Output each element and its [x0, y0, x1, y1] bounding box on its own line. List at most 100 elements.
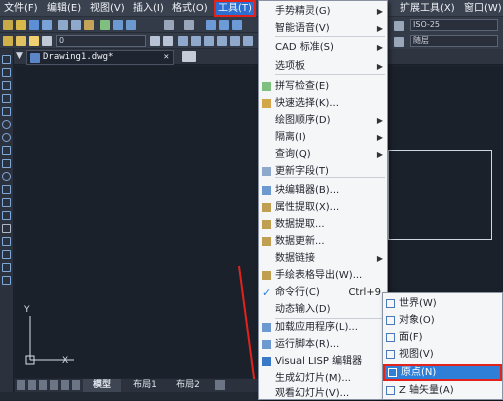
menu-item-dynamic-input[interactable]: 动态输入(D)	[259, 301, 387, 318]
menu-format[interactable]: 格式(O)	[172, 2, 208, 15]
menu-item-inquiry[interactable]: 查询(Q) ▶	[259, 146, 387, 163]
linetype-icon[interactable]	[394, 37, 404, 47]
first-tab-icon[interactable]	[17, 380, 25, 390]
menu-item-make-slide[interactable]: 生成幻灯片(M)...	[259, 370, 387, 387]
submenu-item-origin[interactable]: 原点(N)	[383, 364, 502, 381]
open-folder-icon[interactable]	[16, 20, 26, 30]
menu-item-visual-lisp[interactable]: Visual LISP 编辑器	[259, 353, 387, 370]
submenu-item-object[interactable]: 对象(O)	[383, 312, 502, 329]
point-icon[interactable]	[2, 224, 11, 233]
construction-line-icon[interactable]	[2, 68, 11, 77]
redo-icon[interactable]	[184, 20, 194, 30]
menu-item-spell-check[interactable]: 拼写检查(E)	[259, 78, 387, 95]
menu-insert[interactable]: 插入(I)	[133, 2, 164, 15]
prev-tab-icon[interactable]	[28, 380, 36, 390]
menu-item-cad-standards[interactable]: CAD 标准(S) ▶	[259, 39, 387, 56]
menu-item-update-fields[interactable]: 更新字段(T)	[259, 163, 387, 180]
pan-icon[interactable]	[206, 20, 216, 30]
print-icon[interactable]	[42, 20, 52, 30]
make-block-icon[interactable]	[2, 211, 11, 220]
circle-icon[interactable]	[2, 133, 11, 142]
gradient-icon[interactable]	[2, 250, 11, 259]
submenu-item-z-axis[interactable]: Z 轴矢量(A)	[383, 382, 502, 399]
cut-icon[interactable]	[58, 20, 68, 30]
last-tab-icon[interactable]	[50, 380, 58, 390]
polyline-icon[interactable]	[2, 81, 11, 90]
menu-item-isolate[interactable]: 隔离(I) ▶	[259, 129, 387, 146]
rectangle-icon[interactable]	[2, 107, 11, 116]
line-icon[interactable]	[2, 55, 11, 64]
layer-icon[interactable]	[126, 20, 136, 30]
layer-previous-icon[interactable]	[150, 36, 160, 46]
menu-item-gesture[interactable]: 手势精灵(G) ▶	[259, 3, 387, 20]
layer-freeze-icon[interactable]	[217, 36, 227, 46]
copy-icon[interactable]	[71, 20, 81, 30]
tab-model[interactable]: 模型	[83, 379, 121, 392]
layer-off-icon[interactable]	[230, 36, 240, 46]
menu-item-attribute-extract[interactable]: 属性提取(X)...	[259, 199, 387, 216]
ellipse-arc-icon[interactable]	[2, 185, 11, 194]
add-layout-icon[interactable]	[215, 380, 225, 390]
layer-lock-icon[interactable]	[243, 36, 253, 46]
menu-item-draw-order[interactable]: 绘图顺序(D) ▶	[259, 112, 387, 129]
submenu-item-face[interactable]: 面(F)	[383, 329, 502, 346]
new-tab-icon[interactable]	[182, 51, 196, 62]
menu-window[interactable]: 窗口(W)	[464, 2, 502, 15]
save-icon[interactable]	[29, 20, 39, 30]
ellipse-icon[interactable]	[2, 172, 11, 181]
spline-icon[interactable]	[2, 159, 11, 168]
region-icon[interactable]	[2, 263, 11, 272]
light-bulb-icon[interactable]	[16, 36, 26, 46]
layer-state-icon[interactable]	[178, 36, 188, 46]
menu-item-run-script[interactable]: 运行脚本(R)...	[259, 336, 387, 353]
submenu-item-view[interactable]: 视图(V)	[383, 346, 502, 363]
tab-drawing1[interactable]: Drawing1.dwg* ✕	[26, 50, 174, 65]
menu-item-quick-select[interactable]: 快速选择(K)...	[259, 95, 387, 112]
new-file-icon[interactable]	[3, 20, 13, 30]
block-icon[interactable]	[113, 20, 123, 30]
menu-item-load-application[interactable]: 加载应用程序(L)...	[259, 319, 387, 336]
menu-item-command-line[interactable]: ✓ 命令行(C) Ctrl+9	[259, 284, 387, 301]
menu-item-data-update[interactable]: 数据更新...	[259, 233, 387, 250]
arc-icon[interactable]	[2, 120, 11, 129]
tab-layout1[interactable]: 布局1	[125, 379, 165, 392]
menu-item-view-slide[interactable]: 观看幻灯片(V)...	[259, 387, 387, 401]
insert-block-icon[interactable]	[2, 198, 11, 207]
revision-cloud-icon[interactable]	[2, 146, 11, 155]
paste-icon[interactable]	[84, 20, 94, 30]
menu-extended-tools[interactable]: 扩展工具(X)	[400, 2, 455, 15]
menu-edit[interactable]: 编辑(E)	[47, 2, 81, 15]
menu-item-block-editor[interactable]: 块编辑器(B)...	[259, 182, 387, 199]
next-tab-icon[interactable]	[39, 380, 47, 390]
layer-manager-icon[interactable]	[3, 36, 13, 46]
close-tab-icon[interactable]: ✕	[164, 51, 169, 64]
dim-style-icon[interactable]	[394, 21, 404, 31]
hatch-icon[interactable]	[2, 237, 11, 246]
tab-options-icon[interactable]	[61, 380, 69, 390]
menu-view[interactable]: 视图(V)	[90, 2, 125, 15]
polygon-icon[interactable]	[2, 94, 11, 103]
tab-menu-arrow-icon[interactable]: ▼	[16, 51, 23, 61]
dim-style-combo[interactable]: ISO-25	[410, 19, 498, 31]
menu-file[interactable]: 文件(F)	[4, 2, 38, 15]
linetype-combo[interactable]: 随层	[410, 35, 498, 47]
menu-item-data-extraction[interactable]: 数据提取...	[259, 216, 387, 233]
layer-match-icon[interactable]	[163, 36, 173, 46]
menu-tools[interactable]: 工具(T)	[214, 0, 256, 17]
sun-icon[interactable]	[29, 36, 39, 46]
tab-list-icon[interactable]	[72, 380, 80, 390]
menu-item-voice[interactable]: 智能语音(V) ▶	[259, 20, 387, 37]
table-icon[interactable]	[2, 276, 11, 285]
layer-combo[interactable]: 0	[56, 35, 146, 47]
menu-item-table-export[interactable]: 手绘表格导出(W)...	[259, 267, 387, 284]
layer-isolate-icon[interactable]	[204, 36, 214, 46]
layer-walk-icon[interactable]	[191, 36, 201, 46]
match-properties-icon[interactable]	[100, 20, 110, 30]
tab-layout2[interactable]: 布局2	[167, 379, 209, 392]
menu-item-palettes[interactable]: 选项板 ▶	[259, 58, 387, 75]
lock-icon[interactable]	[42, 36, 52, 46]
menu-item-data-links[interactable]: 数据链接 ▶	[259, 250, 387, 267]
zoom-window-icon[interactable]	[232, 20, 242, 30]
zoom-icon[interactable]	[219, 20, 229, 30]
submenu-item-world[interactable]: 世界(W)	[383, 295, 502, 312]
